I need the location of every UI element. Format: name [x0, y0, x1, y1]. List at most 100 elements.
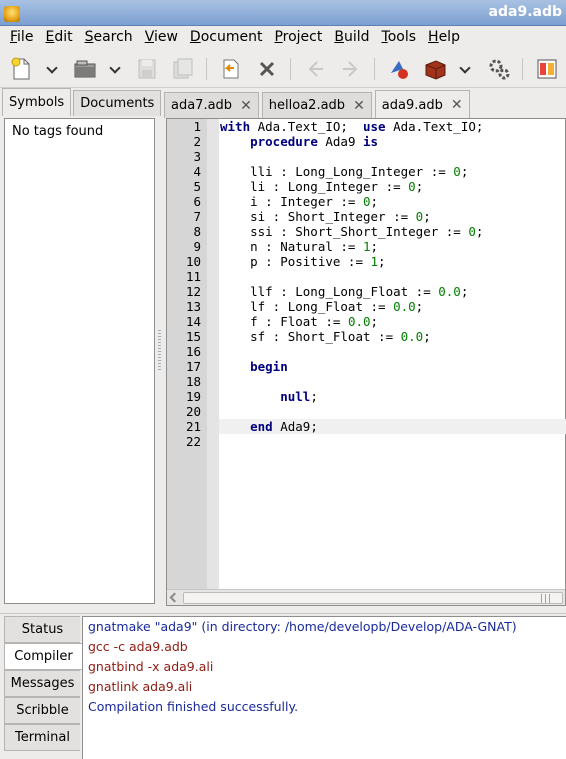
- compiler-message[interactable]: gcc -c ada9.adb: [83, 637, 566, 657]
- code-line[interactable]: [219, 374, 566, 389]
- code-line[interactable]: llf : Long_Long_Float := 0.0;: [219, 284, 566, 299]
- preferences-icon[interactable]: [534, 56, 560, 82]
- compile-icon[interactable]: [386, 56, 412, 82]
- code-line[interactable]: lli : Long_Long_Integer := 0;: [219, 164, 566, 179]
- line-number: 12: [185, 284, 201, 299]
- menu-document[interactable]: Document: [184, 29, 269, 45]
- execute-icon[interactable]: [486, 56, 512, 82]
- line-number: 3: [193, 149, 201, 164]
- menu-view[interactable]: View: [139, 29, 184, 45]
- code-line[interactable]: procedure Ada9 is: [219, 134, 566, 149]
- tab-compiler[interactable]: Compiler: [4, 643, 82, 670]
- toolbar-separator: [206, 58, 207, 80]
- compiler-message[interactable]: gnatbind -x ada9.ali: [83, 657, 566, 677]
- close-tab-icon[interactable]: ✕: [240, 98, 252, 114]
- code-editor[interactable]: 1 2 3 4 5 6 7 8 9 10 11 12 13 14 15 16 17 18 19 20 21 22 with…: [166, 118, 566, 606]
- tab-messages[interactable]: Messages: [4, 670, 80, 697]
- line-number: 9: [193, 239, 201, 254]
- save-icon[interactable]: [134, 56, 160, 82]
- menu-build[interactable]: Build: [328, 29, 375, 45]
- tab-documents[interactable]: Documents: [73, 90, 162, 116]
- compiler-output[interactable]: gnatmake "ada9" (in directory: /home/dev…: [82, 616, 566, 759]
- tab-scribble[interactable]: Scribble: [4, 697, 80, 724]
- scrollbar-thumb[interactable]: |||: [183, 592, 563, 604]
- code-line[interactable]: f : Float := 0.0;: [219, 314, 566, 329]
- menu-edit[interactable]: Edit: [39, 29, 78, 45]
- code-line[interactable]: lf : Long_Float := 0.0;: [219, 299, 566, 314]
- toolbar-separator: [374, 58, 375, 80]
- menu-tools[interactable]: Tools: [376, 29, 423, 45]
- code-line[interactable]: sf : Short_Float := 0.0;: [219, 329, 566, 344]
- code-line[interactable]: null;: [219, 389, 566, 404]
- line-number: 7: [193, 209, 201, 224]
- compiler-message[interactable]: gnatmake "ada9" (in directory: /home/dev…: [83, 617, 566, 637]
- menu-search[interactable]: Search: [79, 29, 139, 45]
- close-tab-icon[interactable]: ✕: [451, 97, 463, 113]
- line-number: 17: [185, 359, 201, 374]
- editor-area: ada7.adb ✕ helloa2.adb ✕ ada9.adb ✕ 123456789…: [162, 88, 566, 608]
- menu-help[interactable]: Help: [422, 29, 466, 45]
- revert-icon[interactable]: [218, 56, 244, 82]
- code-line[interactable]: with Ada.Text_IO; use Ada.Text_IO;: [219, 119, 566, 134]
- forward-icon[interactable]: [338, 56, 364, 82]
- tab-label: ada9.adb: [381, 97, 443, 113]
- line-number: 18: [185, 374, 201, 389]
- tab-ada9-adb[interactable]: ada9.adb ✕: [374, 90, 470, 119]
- new-dropdown-icon[interactable]: [47, 62, 59, 74]
- sidebar: Symbols Documents No tags found: [0, 88, 163, 608]
- horizontal-splitter[interactable]: [0, 608, 566, 614]
- code-line[interactable]: [219, 434, 566, 449]
- code-line[interactable]: n : Natural := 1;: [219, 239, 566, 254]
- code-line[interactable]: i : Integer := 0;: [219, 194, 566, 209]
- line-number: 16: [185, 344, 201, 359]
- code-line[interactable]: [219, 269, 566, 284]
- tab-terminal[interactable]: Terminal: [4, 724, 80, 751]
- code-line[interactable]: li : Long_Integer := 0;: [219, 179, 566, 194]
- toolbar: [0, 48, 566, 88]
- tab-status[interactable]: Status: [4, 616, 80, 643]
- code-line[interactable]: [219, 149, 566, 164]
- grip-icon: |||: [539, 594, 552, 604]
- save-all-icon[interactable]: [170, 56, 196, 82]
- line-number: 2: [193, 134, 201, 149]
- sidebar-tabs: Symbols Documents: [2, 88, 163, 116]
- line-number: 14: [185, 314, 201, 329]
- scroll-left-icon[interactable]: [169, 592, 180, 603]
- symbols-list[interactable]: No tags found: [4, 118, 155, 604]
- tab-helloa2-adb[interactable]: helloa2.adb ✕: [261, 92, 372, 118]
- tab-symbols[interactable]: Symbols: [2, 88, 72, 116]
- close-tab-icon[interactable]: ✕: [353, 98, 365, 114]
- code-line[interactable]: [219, 404, 566, 419]
- code-line[interactable]: si : Short_Integer := 0;: [219, 209, 566, 224]
- new-file-icon[interactable]: [8, 56, 34, 82]
- build-dropdown-icon[interactable]: [460, 62, 472, 74]
- tab-label: helloa2.adb: [268, 98, 346, 113]
- close-icon[interactable]: [254, 56, 280, 82]
- line-number: 15: [185, 329, 201, 344]
- back-icon[interactable]: [302, 56, 328, 82]
- fold-margin: [207, 119, 219, 589]
- toolbar-separator: [522, 58, 523, 80]
- open-file-icon[interactable]: [72, 56, 98, 82]
- open-dropdown-icon[interactable]: [110, 62, 122, 74]
- title-bar: ada9.adb: [0, 0, 566, 26]
- code-line[interactable]: [219, 344, 566, 359]
- compiler-message[interactable]: gnatlink ada9.ali: [83, 677, 566, 697]
- line-number: 13: [185, 299, 201, 314]
- line-number: 6: [193, 194, 201, 209]
- horizontal-scrollbar[interactable]: |||: [167, 589, 565, 605]
- build-icon[interactable]: [422, 56, 448, 82]
- tab-ada7-adb[interactable]: ada7.adb ✕: [164, 92, 259, 118]
- line-number: 21: [185, 419, 201, 434]
- compiler-message[interactable]: Compilation finished successfully.: [83, 697, 566, 717]
- code-line[interactable]: begin: [219, 359, 566, 374]
- vertical-splitter[interactable]: [158, 330, 161, 370]
- line-number: 22: [185, 434, 201, 449]
- code-line[interactable]: ssi : Short_Short_Integer := 0;: [219, 224, 566, 239]
- menu-file[interactable]: File: [4, 29, 39, 45]
- code-line[interactable]: end Ada9;: [219, 419, 566, 434]
- code-text[interactable]: with Ada.Text_IO; use Ada.Text_IO; proce…: [219, 119, 566, 589]
- tab-label: ada7.adb: [171, 98, 233, 113]
- code-line[interactable]: p : Positive := 1;: [219, 254, 566, 269]
- menu-project[interactable]: Project: [268, 29, 328, 45]
